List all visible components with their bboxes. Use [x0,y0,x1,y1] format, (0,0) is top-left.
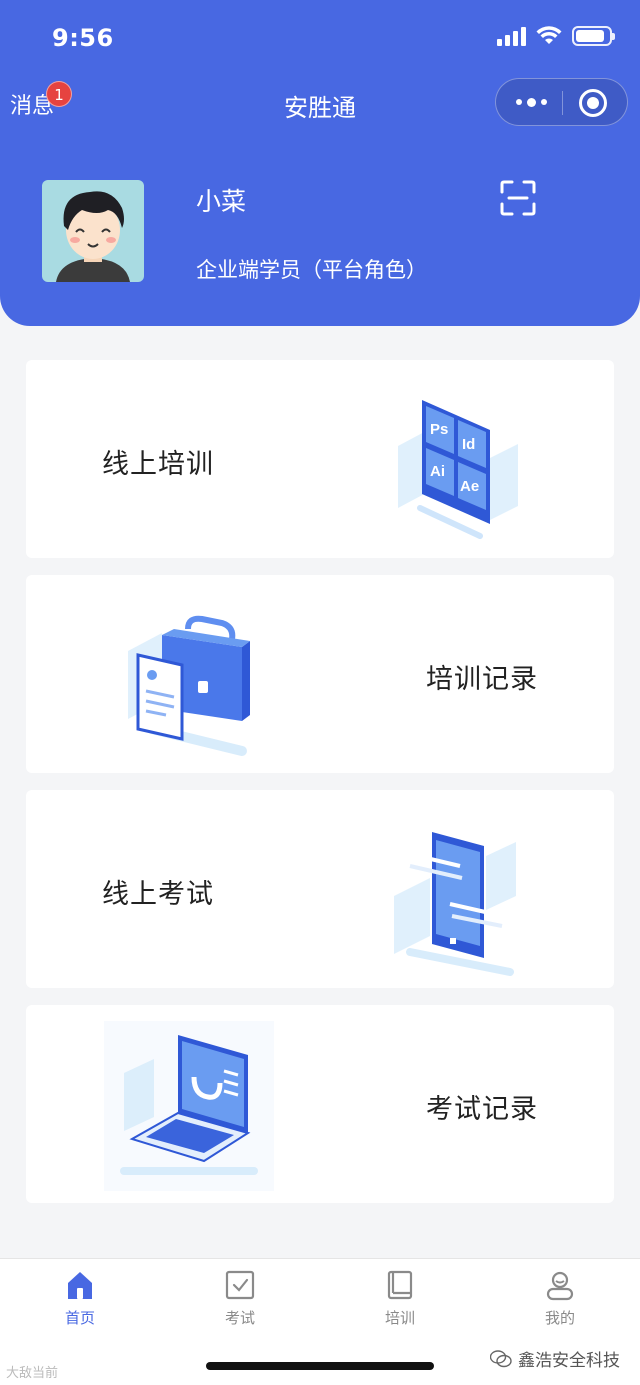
tab-label: 我的 [544,1309,575,1327]
navbar: 消息 1 安胜通 [0,78,640,128]
user-role: 企业端学员（平台角色） [196,258,427,282]
svg-text:Ai: Ai [430,463,445,480]
design-apps-icon: Ps Id Ai Ae [398,400,518,539]
signal-icon [497,26,526,46]
svg-text:Ae: Ae [460,478,479,495]
user-name: 小菜 [196,187,247,216]
avatar[interactable] [42,180,144,282]
close-miniprogram-icon[interactable] [579,89,607,117]
card-training-records[interactable]: 培训记录 [26,575,614,773]
watermark-right: 鑫浩安全科技 [490,1346,620,1371]
wifi-icon [536,26,562,44]
tab-exam[interactable]: 考试 [190,1269,290,1339]
scan-icon[interactable] [500,180,536,216]
status-time: 9:56 [52,24,114,52]
briefcase-document-icon [128,615,250,756]
user-icon [546,1271,574,1301]
header: 9:56 消息 1 安胜通 小菜 企业端学员（平台角色） [0,0,640,326]
profile-section: 小菜 企业端学员（平台角色） [0,170,640,300]
more-icon[interactable] [516,97,547,107]
status-icons [497,26,615,46]
home-icon [68,1272,92,1299]
card-label: 线上考试 [102,879,214,910]
laptop-record-icon [104,1021,274,1191]
home-indicator[interactable] [206,1362,434,1370]
card-online-training[interactable]: 线上培训 Ps Id Ai Ae [26,360,614,558]
tab-label: 首页 [64,1309,95,1327]
status-bar: 9:56 [0,0,640,78]
tab-label: 考试 [224,1309,255,1327]
svg-text:Ps: Ps [430,421,448,438]
book-icon [387,1270,413,1300]
watermark-left: 大敌当前 [6,1366,59,1381]
tab-home[interactable]: 首页 [30,1269,130,1339]
capsule-divider [562,91,563,115]
miniprogram-capsule [495,78,628,126]
card-label: 培训记录 [426,664,538,695]
tab-training[interactable]: 培训 [350,1269,450,1339]
tab-mine[interactable]: 我的 [510,1269,610,1339]
tab-label: 培训 [384,1309,415,1327]
card-label: 考试记录 [426,1094,538,1125]
svg-text:Id: Id [462,436,475,453]
battery-icon [572,26,615,46]
tablet-exam-icon [394,832,516,976]
exam-checklist-icon [225,1270,255,1300]
watermark-right-text: 鑫浩安全科技 [518,1351,620,1371]
card-online-exam[interactable]: 线上考试 [26,790,614,988]
wechat-icon [490,1349,512,1367]
card-label: 线上培训 [102,449,214,480]
card-exam-records[interactable]: 考试记录 [26,1005,614,1203]
